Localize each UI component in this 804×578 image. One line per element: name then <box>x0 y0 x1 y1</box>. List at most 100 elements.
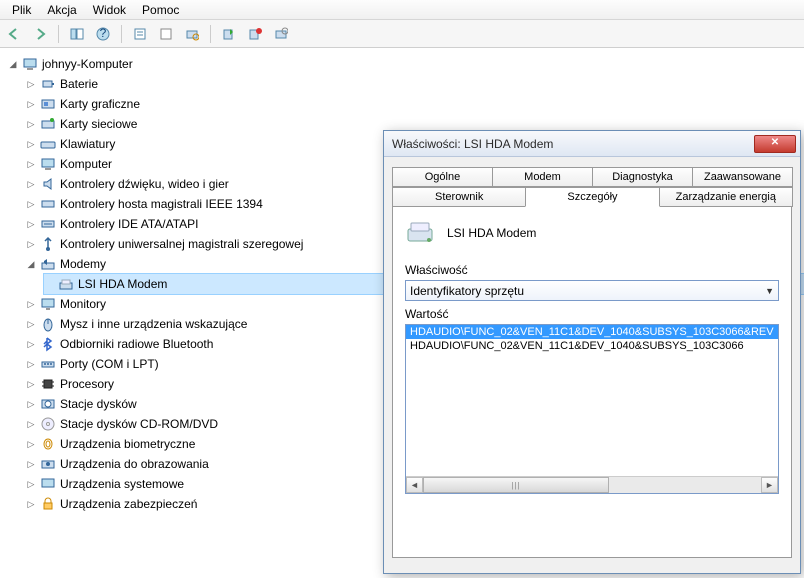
tree-label: Kontrolery hosta magistrali IEEE 1394 <box>60 195 263 213</box>
tree-label: Stacje dysków <box>60 395 137 413</box>
toolbar: ? <box>0 20 804 48</box>
device-category-icon <box>40 76 56 92</box>
forward-icon[interactable] <box>30 24 50 44</box>
tree-label: Porty (COM i LPT) <box>60 355 159 373</box>
expand-icon[interactable]: ▷ <box>26 215 36 233</box>
tree-label: Baterie <box>60 75 98 93</box>
expand-icon[interactable]: ▷ <box>26 155 36 173</box>
expand-icon[interactable]: ▷ <box>26 175 36 193</box>
horizontal-scrollbar[interactable]: ◄ ||| ► <box>406 476 778 493</box>
tree-label: Kontrolery uniwersalnej magistrali szere… <box>60 235 303 253</box>
expand-icon[interactable]: ▷ <box>26 75 36 93</box>
expand-icon[interactable]: ▷ <box>26 455 36 473</box>
dialog-title: Właściwości: LSI HDA Modem <box>392 137 754 151</box>
scroll-left-button[interactable]: ◄ <box>406 477 423 493</box>
device-category-icon <box>40 196 56 212</box>
list-item[interactable]: HDAUDIO\FUNC_02&VEN_11C1&DEV_1040&SUBSYS… <box>406 325 778 339</box>
properties-dialog: Właściwości: LSI HDA Modem ✕ OgólneModem… <box>383 130 801 574</box>
tree-root[interactable]: ◢ johnyy-Komputer <box>8 54 804 74</box>
expand-icon[interactable]: ▷ <box>26 115 36 133</box>
modem-icon <box>405 217 437 249</box>
value-listbox[interactable]: HDAUDIO\FUNC_02&VEN_11C1&DEV_1040&SUBSYS… <box>405 324 779 494</box>
menu-view[interactable]: Widok <box>85 1 134 19</box>
expand-icon[interactable]: ▷ <box>26 295 36 313</box>
tree-label: Procesory <box>60 375 114 393</box>
expand-icon[interactable]: ▷ <box>26 435 36 453</box>
expand-icon[interactable]: ▷ <box>26 235 36 253</box>
tab[interactable]: Szczegóły <box>525 187 659 207</box>
close-button[interactable]: ✕ <box>754 135 796 153</box>
computer-icon <box>22 56 38 72</box>
tree-label: Mysz i inne urządzenia wskazujące <box>60 315 247 333</box>
device-category-icon <box>40 236 56 252</box>
expand-icon[interactable]: ◢ <box>26 255 36 273</box>
tab-panel-details: LSI HDA Modem Właściwość Identyfikatory … <box>392 206 792 558</box>
tab[interactable]: Ogólne <box>392 167 493 187</box>
help-icon[interactable]: ? <box>93 24 113 44</box>
tree-label: Komputer <box>60 155 112 173</box>
tab[interactable]: Diagnostyka <box>592 167 693 187</box>
expand-icon[interactable]: ▷ <box>26 375 36 393</box>
expand-icon[interactable]: ▷ <box>26 415 36 433</box>
expand-icon[interactable]: ▷ <box>26 355 36 373</box>
expand-icon[interactable]: ◢ <box>8 55 18 73</box>
tree-node[interactable]: ▷ Karty graficzne <box>26 94 804 114</box>
expand-icon[interactable]: ▷ <box>26 475 36 493</box>
tree-label: Kontrolery dźwięku, wideo i gier <box>60 175 229 193</box>
expand-icon[interactable]: ▷ <box>26 495 36 513</box>
menu-file[interactable]: Plik <box>4 1 39 19</box>
device-category-icon <box>40 96 56 112</box>
device-category-icon <box>40 496 56 512</box>
list-item[interactable]: HDAUDIO\FUNC_02&VEN_11C1&DEV_1040&SUBSYS… <box>406 339 778 353</box>
enable-icon[interactable] <box>219 24 239 44</box>
menubar: Plik Akcja Widok Pomoc <box>0 0 804 20</box>
expand-icon[interactable]: ▷ <box>26 135 36 153</box>
tree-label: Karty graficzne <box>60 95 140 113</box>
uninstall-icon[interactable] <box>271 24 291 44</box>
device-category-icon <box>40 316 56 332</box>
expand-icon[interactable]: ▷ <box>26 95 36 113</box>
tree-label: Modemy <box>60 255 106 273</box>
property-value: Identyfikatory sprzętu <box>410 284 524 298</box>
expand-icon[interactable]: ▷ <box>26 195 36 213</box>
device-category-icon <box>40 436 56 452</box>
device-category-icon <box>40 296 56 312</box>
device-category-icon <box>40 136 56 152</box>
scroll-track[interactable]: ||| <box>423 477 761 493</box>
tree-label: Kontrolery IDE ATA/ATAPI <box>60 215 199 233</box>
expand-icon[interactable]: ▷ <box>26 315 36 333</box>
device-category-icon <box>40 176 56 192</box>
tree-node[interactable]: ▷ Baterie <box>26 74 804 94</box>
device-name: LSI HDA Modem <box>447 226 536 240</box>
device-category-icon <box>40 256 56 272</box>
tab[interactable]: Zarządzanie energią <box>659 187 793 207</box>
property-combo[interactable]: Identyfikatory sprzętu ▼ <box>405 280 779 301</box>
modem-device-icon <box>58 276 74 292</box>
tree-label: Klawiatury <box>60 135 115 153</box>
show-hide-tree-icon[interactable] <box>67 24 87 44</box>
device-category-icon <box>40 476 56 492</box>
value-label: Wartość <box>405 307 779 321</box>
menu-action[interactable]: Akcja <box>39 1 84 19</box>
back-icon[interactable] <box>4 24 24 44</box>
menu-help[interactable]: Pomoc <box>134 1 187 19</box>
tab-container: OgólneModemDiagnostykaZaawansowane Stero… <box>392 167 792 558</box>
tree-label: LSI HDA Modem <box>78 275 167 293</box>
disable-icon[interactable] <box>245 24 265 44</box>
device-category-icon <box>40 416 56 432</box>
properties-icon[interactable] <box>130 24 150 44</box>
dialog-titlebar[interactable]: Właściwości: LSI HDA Modem ✕ <box>384 131 800 157</box>
tab[interactable]: Modem <box>492 167 593 187</box>
update-driver-icon[interactable] <box>156 24 176 44</box>
device-category-icon <box>40 396 56 412</box>
expand-icon[interactable]: ▷ <box>26 395 36 413</box>
scan-hardware-icon[interactable] <box>182 24 202 44</box>
tab[interactable]: Zaawansowane <box>692 167 793 187</box>
scroll-thumb[interactable]: ||| <box>423 477 609 493</box>
property-label: Właściwość <box>405 263 779 277</box>
tab[interactable]: Sterownik <box>392 187 526 207</box>
scroll-right-button[interactable]: ► <box>761 477 778 493</box>
tree-label: Urządzenia do obrazowania <box>60 455 209 473</box>
expand-icon[interactable]: ▷ <box>26 335 36 353</box>
device-category-icon <box>40 356 56 372</box>
